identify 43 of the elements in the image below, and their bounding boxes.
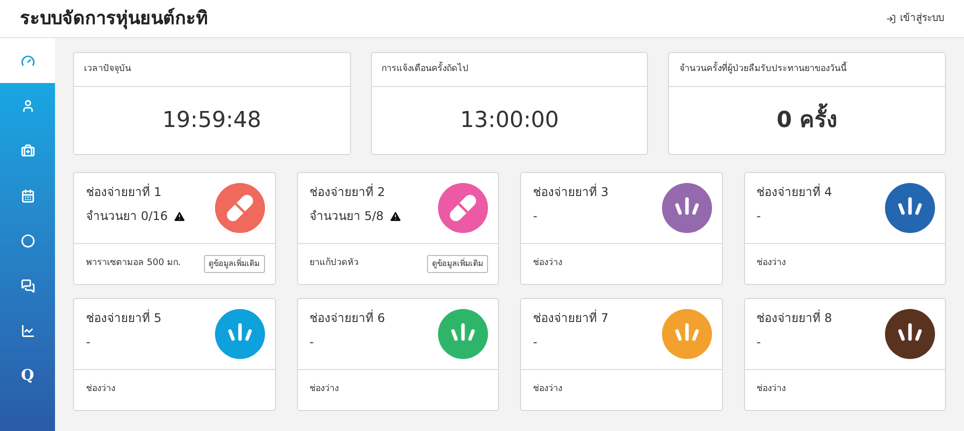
slot-detail: จำนวนยา 0/16 <box>86 208 168 225</box>
card-heading: จำนวนครั้งที่ผู้ป่วยลืมรับประทานยาของวันนี้ <box>679 62 846 76</box>
slot-title: ช่องจ่ายยาที่ 6 <box>310 309 385 327</box>
slot-title: ช่องจ่ายยาที่ 2 <box>310 183 386 201</box>
app-title: ระบบจัดการหุ่นยนต์กะทิ <box>20 6 208 32</box>
slot-detail: จำนวนยา 5/8 <box>310 208 384 225</box>
card-heading: เวลาปัจจุบัน <box>84 62 131 76</box>
calendar-icon <box>20 188 34 202</box>
more-info-button[interactable]: ดูข้อมูลเพิ่มเติม <box>427 255 488 273</box>
slot-title: ช่องจ่ายยาที่ 1 <box>86 183 162 201</box>
slot-detail: - <box>533 208 538 225</box>
slot-detail: - <box>86 334 90 351</box>
slot-title: ช่องจ่ายยาที่ 3 <box>533 183 608 201</box>
slot-detail: - <box>533 334 538 351</box>
medical-kit-icon <box>20 144 34 158</box>
slot-detail: - <box>756 208 761 225</box>
slot-footer: ช่องว่าง <box>533 383 562 397</box>
card-heading: การแจ้งเตือนครั้งถัดไป <box>382 62 469 76</box>
login-icon <box>886 14 896 24</box>
slot-detail: - <box>310 334 314 351</box>
slot-title: ช่องจ่ายยาที่ 5 <box>86 309 162 327</box>
gauge-icon <box>20 54 34 68</box>
slot-title: ช่องจ่ายยาที่ 7 <box>533 309 608 327</box>
slot-detail: - <box>756 334 761 351</box>
slot-footer: พาราเซตามอล 500 มก. <box>86 257 181 271</box>
slot-footer: ช่องว่าง <box>86 383 115 397</box>
card-value: 0 ครั้ง <box>776 104 838 137</box>
slot-title: ช่องจ่ายยาที่ 4 <box>756 183 832 201</box>
slot-title: ช่องจ่ายยาที่ 8 <box>756 309 832 327</box>
line-chart-icon <box>20 324 34 338</box>
login-link[interactable]: เข้าสู่ระบบ <box>886 11 944 26</box>
user-icon <box>20 98 34 112</box>
sidebar-item[interactable]: Q <box>0 353 55 398</box>
card-value: 19:59:48 <box>162 107 262 135</box>
slot-footer: ช่องว่าง <box>756 383 786 397</box>
slot-footer: ช่องว่าง <box>310 383 338 397</box>
slot-footer: ช่องว่าง <box>756 257 786 271</box>
card-value: 13:00:00 <box>460 107 559 135</box>
more-info-button[interactable]: ดูข้อมูลเพิ่มเติม <box>204 255 264 273</box>
circle-icon <box>20 234 34 248</box>
chat-icon <box>20 278 34 292</box>
slot-footer: ยาแก้ปวดหัว <box>310 257 358 271</box>
slot-footer: ช่องว่าง <box>533 257 562 271</box>
